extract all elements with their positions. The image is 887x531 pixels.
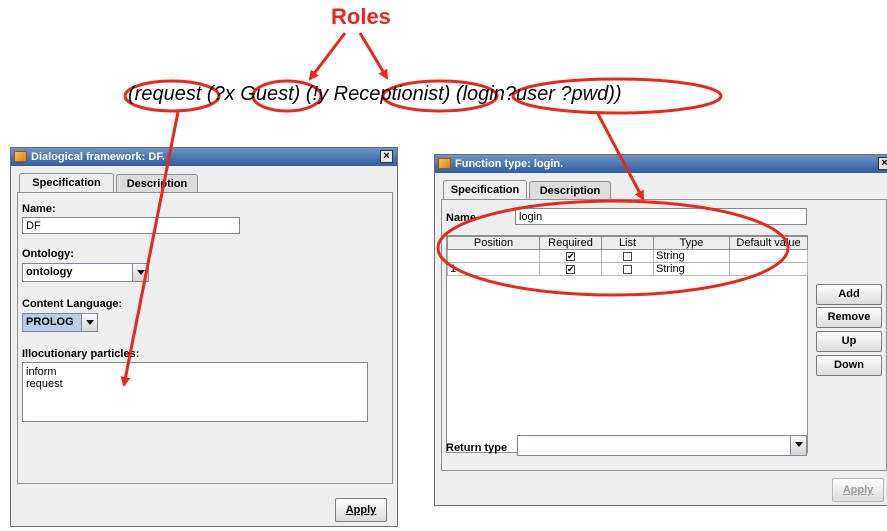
parameters-table: Position Required List Type Default valu… xyxy=(447,236,808,276)
required-checkbox[interactable]: ✔ xyxy=(566,264,575,274)
content-language-select[interactable]: PROLOG xyxy=(22,313,98,332)
table-row[interactable]: ✔ String xyxy=(447,249,808,263)
position-cell[interactable]: 1 xyxy=(447,262,540,276)
list-item[interactable]: request xyxy=(26,378,364,390)
particles-list[interactable]: inform request xyxy=(22,362,368,422)
list-item[interactable]: inform xyxy=(26,366,364,378)
specification-panel: Name: DF Ontology: ontology Content Lang… xyxy=(17,192,393,484)
list-cell[interactable] xyxy=(601,249,654,263)
ontology-label: Ontology: xyxy=(22,248,74,260)
arrow-roles-guest xyxy=(308,32,347,81)
column-header[interactable]: Default value xyxy=(729,236,808,250)
name-input[interactable]: login xyxy=(515,208,807,225)
table-row[interactable]: 1 ✔ String xyxy=(447,262,808,276)
list-cell[interactable] xyxy=(601,262,654,276)
column-header[interactable]: Position xyxy=(447,236,540,250)
content-language-value: PROLOG xyxy=(26,316,74,328)
left-window-title: Dialogical framework: DF. xyxy=(31,151,165,163)
chevron-down-icon[interactable] xyxy=(132,264,148,281)
chevron-down-icon[interactable] xyxy=(81,314,97,331)
tab-description[interactable]: Description xyxy=(529,181,611,200)
arrow-roles-receptionist xyxy=(358,32,389,80)
right-titlebar: Function type: login. × xyxy=(435,155,887,173)
dialog-expression: (request (?x Guest) (!y Receptionist) (l… xyxy=(128,83,622,106)
required-checkbox[interactable]: ✔ xyxy=(566,251,575,261)
apply-button[interactable]: Apply xyxy=(832,478,884,502)
expr-request: (request xyxy=(128,83,202,105)
name-label: Name: xyxy=(22,203,56,215)
apply-label: Apply xyxy=(842,484,874,496)
list-checkbox[interactable] xyxy=(623,264,632,274)
expr-x-var: (?x xyxy=(201,83,241,105)
roles-annotation-label: Roles xyxy=(331,4,391,29)
right-window-title: Function type: login. xyxy=(455,158,564,170)
tab-specification[interactable]: Specification xyxy=(19,173,114,193)
java-cup-icon xyxy=(14,151,27,162)
expr-guest-role: Guest xyxy=(240,83,294,105)
required-cell[interactable]: ✔ xyxy=(539,262,602,276)
ontology-value: ontology xyxy=(26,266,73,278)
tab-description[interactable]: Description xyxy=(116,174,198,193)
ontology-select[interactable]: ontology xyxy=(22,263,149,282)
list-checkbox[interactable] xyxy=(623,251,632,261)
content-language-label: Content Language: xyxy=(22,298,123,310)
chevron-down-icon[interactable] xyxy=(790,436,806,455)
down-button[interactable]: Down xyxy=(816,355,882,376)
type-cell[interactable]: String xyxy=(653,262,730,276)
default-cell[interactable] xyxy=(729,262,808,276)
left-titlebar: Dialogical framework: DF. × xyxy=(11,148,397,166)
close-icon[interactable]: × xyxy=(878,157,887,170)
close-icon[interactable]: × xyxy=(380,150,393,163)
expr-y-var: ) (!y xyxy=(293,83,334,105)
expr-login-function: (login?user ?pwd)) xyxy=(455,83,622,105)
java-cup-icon xyxy=(438,158,451,169)
default-cell[interactable] xyxy=(729,249,808,263)
up-button[interactable]: Up xyxy=(816,331,882,352)
function-type-window: Function type: login. × Specification De… xyxy=(434,154,887,506)
column-header[interactable]: List xyxy=(601,236,654,250)
name-input[interactable]: DF xyxy=(22,217,240,234)
name-label: Name xyxy=(446,212,476,224)
return-type-select[interactable] xyxy=(517,435,807,456)
required-cell[interactable]: ✔ xyxy=(539,249,602,263)
specification-panel: Name login Position Required List Type D… xyxy=(441,199,887,471)
apply-label: Apply xyxy=(345,504,377,516)
apply-button[interactable]: Apply xyxy=(335,498,387,522)
table-header: Position Required List Type Default valu… xyxy=(447,236,808,250)
column-header[interactable]: Type xyxy=(653,236,730,250)
expr-receptionist-role: Receptionist xyxy=(333,83,444,105)
return-type-label: Return type xyxy=(446,442,508,454)
add-button[interactable]: Add xyxy=(816,284,882,305)
column-header[interactable]: Required xyxy=(539,236,602,250)
expr-sep: ) xyxy=(443,83,456,105)
dialogical-framework-window: Dialogical framework: DF. × Specificatio… xyxy=(10,147,398,527)
type-cell[interactable]: String xyxy=(653,249,730,263)
position-cell[interactable] xyxy=(447,249,540,263)
remove-button[interactable]: Remove xyxy=(816,307,882,328)
tab-specification[interactable]: Specification xyxy=(443,180,527,200)
illocutionary-particles-label: Illocutionary particles: xyxy=(22,348,140,360)
